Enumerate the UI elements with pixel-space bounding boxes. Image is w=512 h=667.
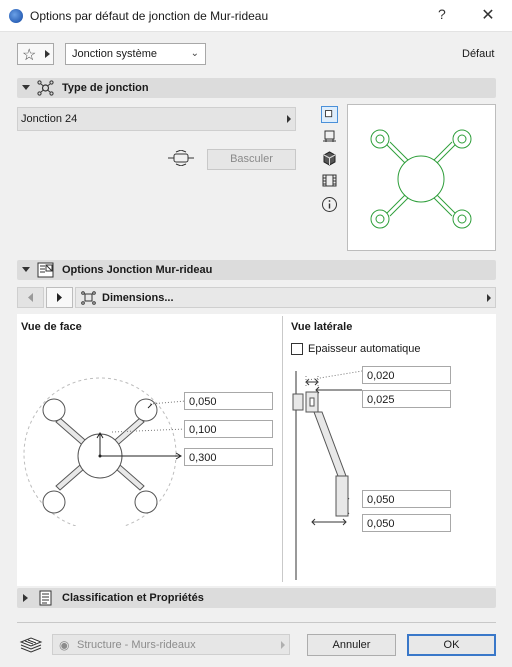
front-view-diagram — [23, 377, 187, 526]
side-field-2[interactable]: 0,025 — [362, 390, 451, 408]
section-classification[interactable]: Classification et Propriétés — [17, 588, 496, 608]
system-select[interactable]: Jonction système ⌄ — [65, 43, 206, 65]
window-title: Options par défaut de jonction de Mur-ri… — [30, 9, 269, 23]
cancel-button[interactable]: Annuler — [307, 634, 396, 656]
favorites-button[interactable]: ☆ — [17, 43, 54, 65]
star-icon: ☆ — [22, 47, 37, 64]
expand-icon — [23, 594, 28, 602]
front-field-2[interactable]: 0,100 — [184, 420, 273, 438]
chevron-down-icon: ⌄ — [190, 48, 199, 59]
junction-type-select[interactable]: Jonction 24 — [17, 107, 296, 131]
junction-preview-drawing — [370, 129, 472, 229]
ok-button[interactable]: OK — [407, 634, 496, 656]
previous-page-button[interactable] — [17, 287, 44, 308]
section-junction-options[interactable]: Options Jonction Mur-rideau — [17, 260, 496, 280]
side-field-3-value: 0,050 — [367, 494, 395, 506]
app-icon — [9, 9, 23, 23]
front-field-1[interactable]: 0,050 — [184, 392, 273, 410]
system-select-value: Jonction système — [72, 48, 157, 60]
side-view-label: Vue latérale — [291, 321, 353, 333]
swap-icon — [168, 150, 194, 166]
section-title: Type de jonction — [62, 82, 149, 94]
front-view-label: Vue de face — [21, 321, 82, 333]
footer-separator — [17, 622, 496, 623]
panel-divider — [282, 316, 283, 582]
auto-thickness-label: Epaisseur automatique — [308, 343, 421, 355]
side-field-4-value: 0,050 — [367, 518, 395, 530]
layers-icon — [19, 637, 43, 653]
section-junction-type[interactable]: Type de jonction — [17, 78, 496, 98]
front-field-3[interactable]: 0,300 — [184, 448, 273, 466]
front-field-1-value: 0,050 — [189, 396, 217, 408]
collapse-icon — [22, 267, 30, 272]
arrow-right-icon — [487, 294, 491, 302]
layer-select[interactable]: ◉ Structure - Murs-rideaux — [52, 634, 290, 655]
title-bar: Options par défaut de jonction de Mur-ri… — [0, 0, 512, 32]
arrow-right-icon — [45, 50, 50, 58]
front-field-3-value: 0,300 — [189, 452, 217, 464]
default-label: Défaut — [462, 48, 495, 60]
square-view-icon[interactable] — [321, 106, 338, 123]
side-field-4[interactable]: 0,050 — [362, 514, 451, 532]
layer-select-value: Structure - Murs-rideaux — [77, 639, 196, 651]
help-button[interactable]: ? — [438, 6, 452, 22]
front-field-2-value: 0,100 — [189, 424, 217, 436]
close-button[interactable]: ✕ — [478, 5, 498, 25]
section-title: Options Jonction Mur-rideau — [62, 264, 213, 276]
info-icon[interactable] — [321, 196, 338, 213]
side-field-1[interactable]: 0,020 — [362, 366, 451, 384]
options-page-label: Dimensions... — [102, 292, 174, 304]
swap-button[interactable]: Basculer — [207, 149, 296, 170]
dimensions-icon — [81, 291, 96, 305]
junction-type-value: Jonction 24 — [21, 113, 78, 125]
auto-thickness-checkbox[interactable] — [291, 343, 303, 355]
options-page-select[interactable]: Dimensions... — [75, 287, 496, 308]
arrow-right-icon — [287, 115, 291, 123]
junction-icon — [37, 80, 54, 96]
next-page-button[interactable] — [46, 287, 73, 308]
junction-preview — [347, 104, 496, 251]
eye-icon: ◉ — [59, 638, 70, 652]
3d-cube-icon[interactable] — [321, 150, 338, 167]
film-strip-icon[interactable] — [321, 172, 338, 189]
collapse-icon — [22, 85, 30, 90]
plan-view-icon[interactable] — [321, 128, 338, 145]
section-title: Classification et Propriétés — [62, 592, 204, 604]
arrow-right-icon — [281, 641, 285, 649]
side-field-2-value: 0,025 — [367, 394, 395, 406]
settings-panel-icon — [37, 262, 54, 278]
side-field-1-value: 0,020 — [367, 370, 395, 382]
side-view-diagram — [292, 370, 363, 580]
document-icon — [39, 590, 52, 606]
side-field-3[interactable]: 0,050 — [362, 490, 451, 508]
